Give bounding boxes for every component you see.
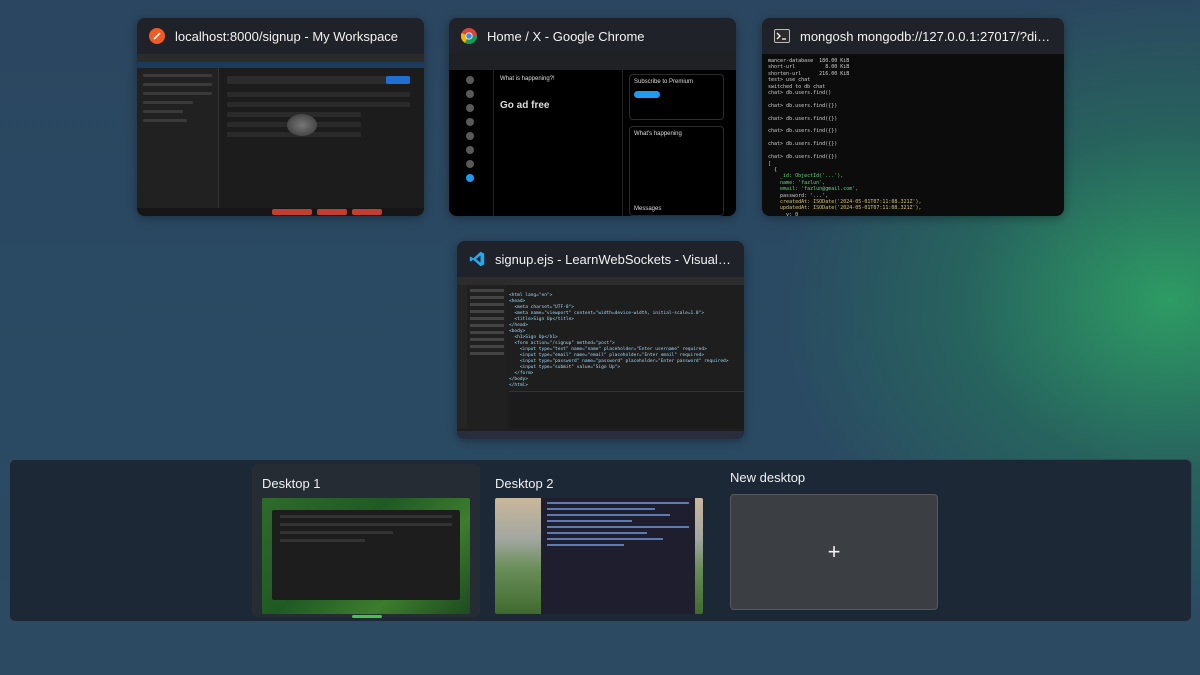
chrome-icon (461, 28, 477, 44)
window-title-bar: signup.ejs - LearnWebSockets - Visual St… (457, 241, 744, 277)
desktop-2-card[interactable]: Desktop 2 (485, 464, 713, 617)
desktop-label: Desktop 1 (262, 476, 321, 491)
x-go-ad-free: Go ad free (500, 100, 550, 111)
terminal-thumbnail: mancer-database 180.00 KiB short-url 8.00… (762, 54, 1064, 216)
new-desktop-label: New desktop (730, 470, 806, 485)
window-thumbnail: <html lang="en"> <head> <meta charset="U… (457, 277, 744, 439)
x-whats-happening: What's happening (634, 131, 682, 137)
window-title: signup.ejs - LearnWebSockets - Visual St… (495, 251, 732, 267)
window-card-terminal[interactable]: mongosh mongodb://127.0.0.1:27017/?direc… (762, 18, 1064, 216)
virtual-desktops-strip: Desktop 1 Desktop 2 New desktop + (9, 459, 1192, 622)
window-card-vscode[interactable]: signup.ejs - LearnWebSockets - Visual St… (457, 241, 744, 439)
window-title: localhost:8000/signup - My Workspace (175, 28, 399, 44)
window-title-bar: Home / X - Google Chrome (449, 18, 736, 54)
desktop-2-thumbnail (495, 498, 703, 614)
desktop-1-card[interactable]: Desktop 1 (252, 464, 480, 617)
x-subscribe-title: Subscribe to Premium (634, 79, 694, 85)
window-title-bar: mongosh mongodb://127.0.0.1:27017/?direc… (762, 18, 1064, 54)
terminal-line: __v: 0 (768, 211, 799, 216)
desktop-label: Desktop 2 (495, 476, 554, 491)
window-card-postman[interactable]: localhost:8000/signup - My Workspace (137, 18, 424, 216)
window-thumbnail: What is happening?! Go ad free Subscribe… (449, 54, 736, 216)
window-title: Home / X - Google Chrome (487, 28, 645, 44)
terminal-icon (774, 29, 790, 43)
plus-icon: + (827, 539, 841, 564)
vscode-editor-code: <html lang="en"> <head> <meta charset="U… (509, 293, 729, 388)
postman-icon (149, 28, 165, 44)
window-title: mongosh mongodb://127.0.0.1:27017/?direc… (800, 28, 1052, 44)
vscode-icon (469, 251, 485, 267)
x-compose-prompt: What is happening?! (500, 76, 555, 82)
active-desktop-indicator (352, 615, 382, 618)
window-thumbnail (137, 54, 424, 216)
x-messages: Messages (634, 206, 662, 212)
desktop-1-thumbnail (262, 498, 470, 614)
new-desktop-button[interactable]: + (730, 494, 938, 610)
window-title-bar: localhost:8000/signup - My Workspace (137, 18, 424, 54)
window-card-chrome[interactable]: Home / X - Google Chrome What is happeni… (449, 18, 736, 216)
